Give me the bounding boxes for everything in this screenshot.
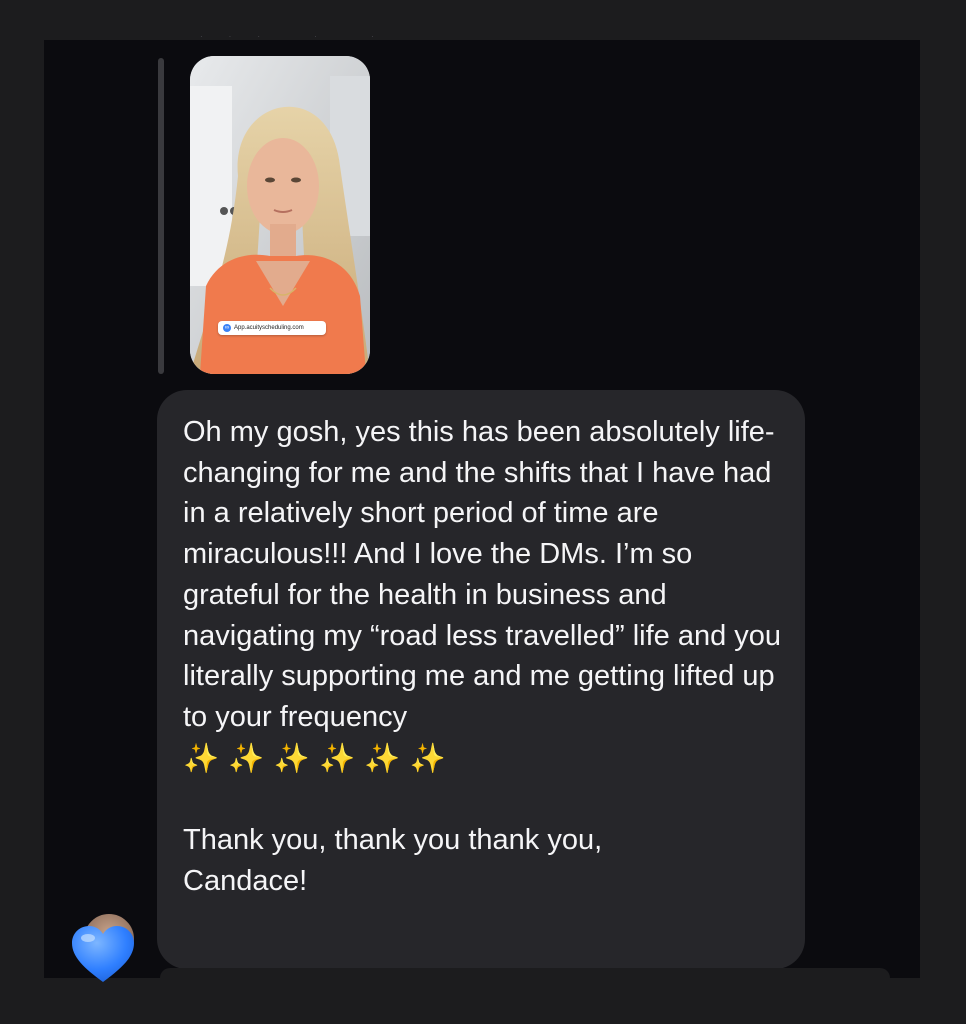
blue-heart-icon[interactable]: [70, 924, 136, 986]
link-sticker[interactable]: ∞ App.acuityscheduling.com: [218, 321, 326, 335]
message-closing: Thank you, thank you thank you, Candace!: [183, 824, 603, 897]
message-bubble[interactable]: Oh my gosh, yes this has been absolutely…: [157, 390, 805, 969]
sender-avatar-with-reaction[interactable]: [70, 912, 136, 986]
reply-indicator-bar: [158, 58, 164, 374]
composer-edge: [160, 968, 890, 988]
link-icon: ∞: [223, 324, 231, 332]
screenshot-frame: ··· · · ∞ App.acuityscheduling.com Oh my…: [0, 0, 966, 1024]
link-sticker-text: App.acuityscheduling.com: [234, 325, 304, 331]
clipped-header-text: ··· · ·: [200, 34, 400, 40]
message-body: Oh my gosh, yes this has been absolutely…: [183, 412, 785, 901]
message-text: Oh my gosh, yes this has been absolutely…: [183, 416, 790, 733]
story-reply-thumbnail[interactable]: ∞ App.acuityscheduling.com: [190, 56, 370, 374]
sparkles-emoji: ✨ ✨ ✨ ✨ ✨ ✨: [183, 740, 446, 775]
